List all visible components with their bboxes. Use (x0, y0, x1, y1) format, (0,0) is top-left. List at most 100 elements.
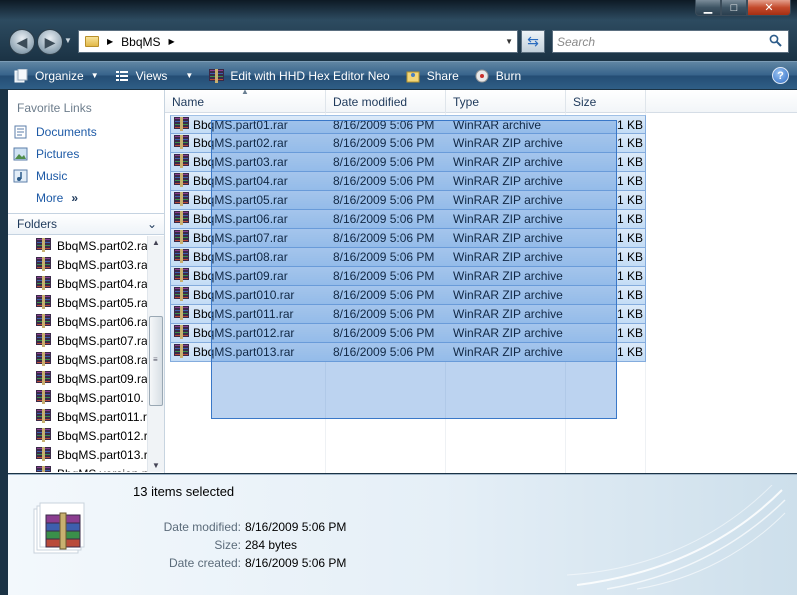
tree-item[interactable]: BbqMS.part04.ra (8, 274, 147, 293)
size-label: Size: (214, 538, 241, 552)
tree-item[interactable]: BbqMS.part013.r (8, 445, 147, 464)
file-name: BbqMS.part010.rar (193, 288, 295, 302)
file-size: 1 KB (617, 212, 644, 226)
scroll-up-icon[interactable]: ▲ (152, 238, 160, 247)
tree-item[interactable]: BbqMS.part010. (8, 388, 147, 407)
tree-item[interactable]: BbqMS.part08.ra (8, 350, 147, 369)
decorative-swoosh (567, 485, 786, 590)
search-icon[interactable] (769, 34, 782, 47)
tree-item[interactable]: BbqMS.part011.r (8, 407, 147, 426)
maximize-button[interactable]: □ (721, 0, 747, 16)
hex-editor-button[interactable]: Edit with HHD Hex Editor Neo (201, 62, 397, 89)
winrar-icon (36, 390, 51, 405)
tree-item[interactable]: BbqMS.part06.ra (8, 312, 147, 331)
back-button[interactable]: ◀ (9, 29, 35, 55)
favorite-pictures[interactable]: Pictures (13, 147, 79, 161)
file-type: WinRAR ZIP archive (453, 269, 563, 283)
winrar-icon (36, 409, 51, 424)
minimize-icon: ▁ (703, 2, 713, 14)
winrar-file-icon (174, 287, 189, 302)
sort-ascending-icon: ▲ (241, 90, 249, 96)
file-type: WinRAR ZIP archive (453, 231, 563, 245)
tree-scrollbar[interactable]: ▲ ≡ ▼ (147, 236, 164, 472)
address-bar[interactable]: ▶ BbqMS ▶ ▼ (78, 30, 518, 53)
file-type: WinRAR ZIP archive (453, 136, 563, 150)
tree-item[interactable]: BbqMS.part03.ra (8, 255, 147, 274)
file-row[interactable]: BbqMS.part03.rar 8/16/2009 5:06 PM WinRAR … (170, 153, 646, 172)
documents-icon (14, 125, 27, 139)
tree-item-label: BbqMS.part07.ra (57, 333, 147, 348)
refresh-button[interactable]: ⇆ (521, 30, 545, 53)
file-row[interactable]: BbqMS.part06.rar 8/16/2009 5:06 PM WinRAR … (170, 210, 646, 229)
selection-count: 13 items selected (133, 484, 235, 499)
organize-button[interactable]: Organize ▼ (0, 62, 107, 89)
file-size: 1 KB (617, 345, 644, 359)
share-icon (406, 71, 420, 82)
file-row[interactable]: BbqMS.part08.rar 8/16/2009 5:06 PM WinRAR … (170, 248, 646, 267)
column-label: Date modified (333, 94, 408, 109)
winrar-icon (36, 428, 51, 443)
file-row[interactable]: BbqMS.part07.rar 8/16/2009 5:06 PM WinRAR … (170, 229, 646, 248)
column-header-size[interactable]: Size (566, 90, 646, 113)
refresh-icon: ⇆ (527, 33, 539, 49)
search-input[interactable]: Search (552, 30, 789, 53)
favorite-label: Pictures (36, 147, 80, 161)
file-row[interactable]: BbqMS.part05.rar 8/16/2009 5:06 PM WinRAR … (170, 191, 646, 210)
help-icon: ? (777, 69, 784, 82)
file-type: WinRAR ZIP archive (453, 155, 563, 169)
help-button[interactable]: ? (772, 67, 789, 84)
date-created-value[interactable]: 8/16/2009 5:06 PM (245, 556, 346, 570)
file-row[interactable]: BbqMS.part04.rar 8/16/2009 5:06 PM WinRAR … (170, 172, 646, 191)
double-chevron-right-icon: » (71, 191, 79, 205)
tree-item[interactable]: BbqMS.part02.ra (8, 236, 147, 255)
winrar-file-icon (174, 306, 189, 321)
winrar-file-icon (174, 211, 189, 226)
tree-item[interactable]: BbqMS.part012.r (8, 426, 147, 445)
address-dropdown-icon[interactable]: ▼ (505, 37, 513, 46)
minimize-button[interactable]: ▁ (695, 0, 721, 16)
forward-button[interactable]: ▶ (37, 29, 63, 55)
share-button[interactable]: Share (398, 62, 467, 89)
recent-pages-dropdown[interactable]: ▼ (64, 36, 72, 45)
date-modified-label: Date modified: (163, 520, 241, 534)
scrollbar-thumb[interactable]: ≡ (149, 316, 163, 406)
close-button[interactable]: ✕ (747, 0, 791, 16)
tree-item[interactable]: BbqMS.version.n (8, 464, 147, 472)
views-button[interactable]: Views ▼ (107, 62, 202, 89)
file-name: BbqMS.part013.rar (193, 345, 295, 359)
breadcrumb-arrow-icon[interactable]: ▶ (169, 37, 175, 46)
tree-item[interactable]: BbqMS.part09.ra (8, 369, 147, 388)
favorite-more[interactable]: More » (36, 191, 78, 205)
favorite-music[interactable]: Music (13, 169, 67, 183)
burn-button[interactable]: Burn (467, 62, 529, 89)
column-label: Type (453, 94, 480, 109)
tree-item[interactable]: BbqMS.part05.ra (8, 293, 147, 312)
winrar-file-icon (174, 344, 189, 359)
winrar-icon (36, 257, 51, 272)
file-row[interactable]: BbqMS.part011.rar 8/16/2009 5:06 PM WinRAR… (170, 305, 646, 324)
file-list[interactable]: Name ▲ Date modified Type Size BbqMS.par… (165, 90, 797, 473)
file-date: 8/16/2009 5:06 PM (333, 288, 435, 302)
file-row[interactable]: BbqMS.part02.rar 8/16/2009 5:06 PM WinRAR … (170, 134, 646, 153)
folders-header[interactable]: Folders ⌄ (8, 213, 164, 235)
date-modified-value[interactable]: 8/16/2009 5:06 PM (245, 520, 346, 534)
winrar-file-icon (174, 325, 189, 340)
column-header-name[interactable]: Name ▲ (165, 90, 326, 113)
file-row[interactable]: BbqMS.part010.rar 8/16/2009 5:06 PM WinRAR… (170, 286, 646, 305)
file-date: 8/16/2009 5:06 PM (333, 250, 435, 264)
scroll-down-icon[interactable]: ▼ (152, 461, 160, 470)
favorite-documents[interactable]: Documents (13, 125, 97, 139)
file-row[interactable]: BbqMS.part01.rar 8/16/2009 5:06 PM WinRAR … (170, 115, 646, 134)
column-header-type[interactable]: Type (446, 90, 566, 113)
file-row[interactable]: BbqMS.part012.rar 8/16/2009 5:06 PM WinRAR… (170, 324, 646, 343)
breadcrumb-item[interactable]: BbqMS (121, 35, 160, 49)
winrar-icon (36, 371, 51, 386)
breadcrumb-arrow-icon[interactable]: ▶ (107, 37, 113, 46)
column-header-date[interactable]: Date modified (326, 90, 446, 113)
tree-item[interactable]: BbqMS.part07.ra (8, 331, 147, 350)
winrar-file-icon (174, 192, 189, 207)
file-size: 1 KB (617, 118, 644, 132)
file-row[interactable]: BbqMS.part013.rar 8/16/2009 5:06 PM WinRAR… (170, 343, 646, 362)
file-row[interactable]: BbqMS.part09.rar 8/16/2009 5:06 PM WinRAR … (170, 267, 646, 286)
file-size: 1 KB (617, 155, 644, 169)
